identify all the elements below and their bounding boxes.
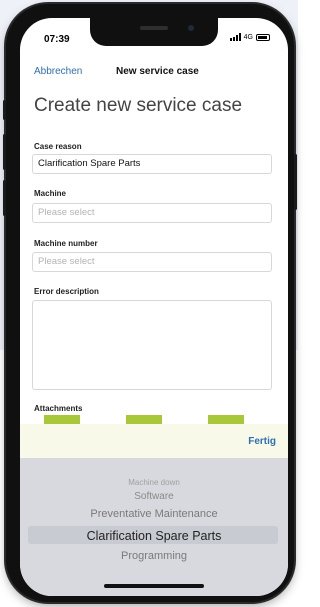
machine-label: Machine bbox=[34, 189, 67, 198]
machine-field[interactable]: Please select bbox=[32, 203, 272, 223]
picker-option[interactable]: Machine down bbox=[20, 478, 288, 487]
done-button[interactable]: Fertig bbox=[248, 436, 276, 447]
attachment-tile[interactable] bbox=[208, 415, 244, 424]
front-camera bbox=[188, 25, 194, 31]
home-indicator[interactable] bbox=[104, 584, 204, 588]
battery-icon bbox=[256, 33, 270, 41]
notch bbox=[90, 18, 218, 46]
phone-screen: 07:39 4G Abbrechen New service case Crea… bbox=[20, 18, 288, 596]
picker-option-selected[interactable]: Clarification Spare Parts bbox=[20, 529, 288, 543]
volume-down-button bbox=[3, 180, 6, 216]
speaker-grille bbox=[140, 26, 168, 30]
navigation-bar: Abbrechen New service case bbox=[20, 66, 288, 88]
attachment-tile[interactable] bbox=[126, 415, 162, 424]
picker-option[interactable]: Software bbox=[20, 491, 288, 502]
network-type: 4G bbox=[243, 33, 253, 41]
error-description-textarea[interactable] bbox=[32, 300, 272, 390]
picker-option[interactable]: Programming bbox=[20, 550, 288, 562]
picker-toolbar: Fertig bbox=[20, 424, 288, 458]
case-reason-label: Case reason bbox=[34, 142, 82, 151]
error-description-label: Error description bbox=[34, 287, 99, 296]
volume-up-button bbox=[3, 134, 6, 170]
power-button bbox=[294, 154, 297, 210]
machine-number-field[interactable]: Please select bbox=[32, 252, 272, 272]
mute-switch bbox=[3, 100, 6, 120]
signal-icon bbox=[229, 33, 241, 41]
phone-frame: 07:39 4G Abbrechen New service case Crea… bbox=[3, 4, 297, 602]
attachments-label: Attachments bbox=[34, 404, 83, 413]
status-indicators: 4G bbox=[229, 33, 270, 41]
case-reason-picker[interactable]: Machine down Software Preventative Maint… bbox=[20, 458, 288, 596]
cancel-button[interactable]: Abbrechen bbox=[34, 66, 82, 77]
page-title: Create new service case bbox=[34, 95, 243, 116]
picker-option[interactable]: Preventative Maintenance bbox=[20, 508, 288, 520]
case-reason-field[interactable]: Clarification Spare Parts bbox=[32, 154, 272, 174]
attachment-tile[interactable] bbox=[44, 415, 80, 424]
nav-title: New service case bbox=[116, 66, 199, 77]
status-time: 07:39 bbox=[44, 34, 70, 45]
machine-number-label: Machine number bbox=[34, 239, 98, 248]
